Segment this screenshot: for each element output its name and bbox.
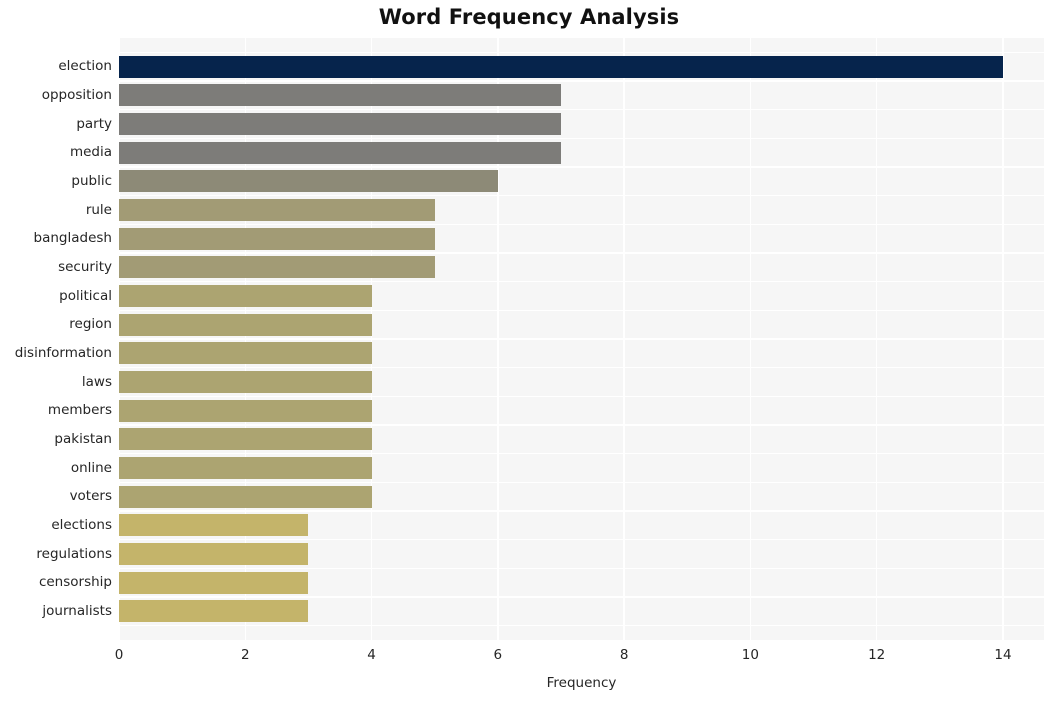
- bar-bangladesh: [119, 227, 435, 250]
- x-tick-label-2: 2: [240, 647, 250, 663]
- gridline-horizontal: [119, 51, 1044, 54]
- y-tick-label-security: security: [58, 258, 112, 275]
- gridline-horizontal: [119, 223, 1044, 226]
- y-tick-label-online: online: [70, 459, 112, 476]
- gridline-horizontal: [119, 309, 1044, 312]
- y-tick-label-voters: voters: [69, 488, 112, 505]
- x-tick-label-14: 14: [994, 647, 1012, 663]
- bar-members: [119, 399, 372, 422]
- bar-laws: [119, 371, 372, 393]
- gridline-horizontal: [119, 567, 1044, 570]
- bar-election: [119, 55, 1003, 78]
- x-axis-tick-labels: 0 2 4 6 8 10 12 14: [0, 640, 1058, 670]
- bar-pakistan: [119, 428, 372, 451]
- gridline-horizontal: [119, 194, 1044, 197]
- x-axis-label: Frequency: [546, 675, 617, 691]
- plot-area: [119, 38, 1044, 640]
- x-tick-label-4: 4: [367, 647, 376, 663]
- y-tick-label-rule: rule: [85, 201, 112, 218]
- gridline-horizontal: [119, 80, 1044, 82]
- bar-voters: [119, 485, 372, 508]
- x-tick-label-0: 0: [114, 647, 124, 663]
- y-tick-label-media: media: [69, 144, 112, 161]
- y-tick-label-opposition: opposition: [41, 86, 112, 103]
- bar-region: [119, 313, 372, 336]
- chart-title: Word Frequency Analysis: [378, 5, 680, 29]
- bar-rule: [119, 199, 435, 221]
- gridline-horizontal: [119, 510, 1044, 512]
- bar-opposition: [119, 84, 561, 107]
- y-tick-label-party: party: [76, 115, 112, 132]
- bar-censorship: [119, 571, 309, 594]
- y-tick-label-disinformation: disinformation: [14, 344, 112, 361]
- bar-security: [119, 256, 435, 279]
- y-tick-label-journalists: journalists: [42, 602, 112, 619]
- y-tick-label-bangladesh: bangladesh: [33, 230, 112, 247]
- bar-journalists: [119, 600, 309, 623]
- bar-regulations: [119, 543, 309, 565]
- gridline-horizontal: [119, 424, 1044, 426]
- y-tick-label-laws: laws: [81, 373, 112, 390]
- bar-political: [119, 285, 372, 307]
- word-frequency-chart: Word Frequency Analysis election oppositi…: [0, 0, 1058, 701]
- bar-public: [119, 170, 498, 193]
- y-tick-label-region: region: [69, 316, 112, 333]
- bar-online: [119, 457, 372, 479]
- gridline-horizontal: [119, 338, 1044, 340]
- gridline-horizontal: [119, 280, 1044, 283]
- x-tick-label-8: 8: [619, 647, 629, 663]
- y-tick-label-election: election: [58, 58, 112, 75]
- y-tick-label-political: political: [59, 287, 112, 304]
- x-tick-label-6: 6: [493, 647, 503, 663]
- gridline-horizontal: [119, 452, 1044, 455]
- bar-party: [119, 113, 561, 135]
- gridline-horizontal: [119, 108, 1044, 111]
- gridline-horizontal: [119, 481, 1044, 484]
- gridline-horizontal: [119, 137, 1044, 140]
- bar-disinformation: [119, 342, 372, 365]
- gridline-horizontal: [119, 252, 1044, 254]
- y-tick-label-regulations: regulations: [36, 545, 112, 562]
- y-tick-label-members: members: [47, 402, 112, 419]
- y-tick-label-censorship: censorship: [38, 574, 112, 591]
- y-tick-label-public: public: [71, 172, 112, 189]
- y-axis-tick-labels: election opposition party media public rule ba…: [0, 38, 112, 640]
- gridline-horizontal: [119, 366, 1044, 369]
- x-tick-label-10: 10: [741, 647, 759, 663]
- gridline-horizontal: [119, 596, 1044, 598]
- y-tick-label-pakistan: pakistan: [54, 430, 112, 447]
- bar-media: [119, 141, 561, 164]
- gridline-horizontal: [119, 166, 1044, 168]
- gridline-horizontal: [119, 395, 1044, 398]
- x-tick-label-12: 12: [868, 647, 886, 663]
- y-tick-label-elections: elections: [51, 516, 112, 533]
- gridline-horizontal: [119, 624, 1044, 627]
- gridline-horizontal: [119, 538, 1044, 541]
- bar-elections: [119, 514, 309, 537]
